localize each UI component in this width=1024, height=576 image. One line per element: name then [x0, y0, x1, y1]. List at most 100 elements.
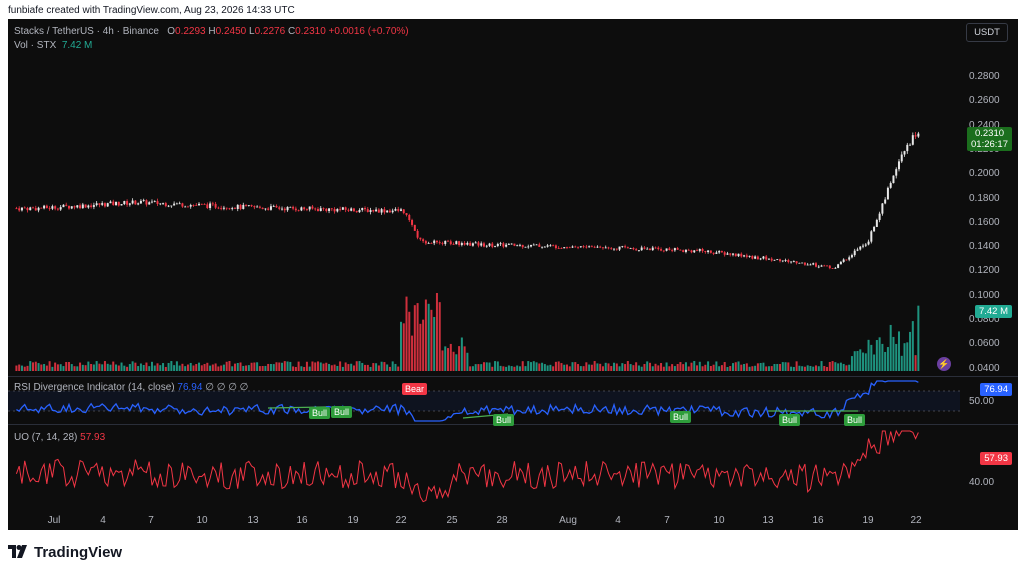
- volume-bar: [621, 363, 624, 371]
- volume-bar: [433, 316, 436, 371]
- volume-bar: [615, 363, 618, 371]
- candle-body: [624, 246, 627, 248]
- volume-bar: [70, 364, 73, 371]
- volume-bar: [635, 362, 638, 371]
- volume-bar: [48, 361, 51, 371]
- candle-body: [59, 207, 62, 210]
- time-tick-label: 4: [100, 515, 106, 526]
- time-tick-label: 13: [762, 515, 774, 526]
- volume-bar: [828, 361, 831, 371]
- tradingview-wordmark: TradingView: [34, 544, 123, 561]
- candle-body: [726, 253, 729, 255]
- candle-body: [773, 259, 776, 261]
- candle-body: [737, 253, 740, 257]
- candle-body: [258, 206, 261, 208]
- candle-body: [853, 250, 856, 256]
- candle-body: [267, 208, 270, 210]
- volume-bar: [98, 363, 101, 371]
- volume-bar: [751, 366, 754, 371]
- volume-bar: [505, 366, 508, 371]
- candle-body: [577, 246, 580, 248]
- candle-body: [527, 246, 530, 248]
- candle-body: [671, 250, 674, 251]
- volume-bar: [26, 365, 29, 371]
- price-tick-label: 0.1400: [969, 241, 1000, 253]
- candle-body: [62, 204, 65, 208]
- volume-bar: [712, 364, 715, 371]
- volume-bar: [45, 365, 48, 371]
- volume-bar: [676, 364, 679, 371]
- price-tick-label: 0.0600: [969, 338, 1000, 350]
- volume-bar: [170, 361, 173, 371]
- candle-body: [455, 241, 458, 245]
- volume-bar: [189, 362, 192, 371]
- volume-bar: [330, 365, 333, 371]
- volume-bar: [499, 365, 502, 371]
- candle-body: [543, 246, 546, 248]
- candle-body: [175, 203, 178, 205]
- volume-bar: [65, 362, 68, 371]
- candle-body: [231, 208, 234, 210]
- volume-bar: [814, 365, 817, 371]
- candle-body: [145, 200, 148, 205]
- volume-bar: [186, 364, 189, 371]
- time-tick-label: 22: [910, 515, 922, 526]
- volume-bar: [878, 337, 881, 371]
- volume-bar: [554, 361, 557, 371]
- volume-bar: [532, 361, 535, 371]
- candle-body: [375, 209, 378, 212]
- volume-bar: [173, 365, 176, 371]
- candle-body: [333, 209, 336, 212]
- candle-body: [696, 250, 699, 252]
- candle-body: [590, 246, 593, 248]
- volume-bar: [864, 353, 867, 371]
- candle-body: [643, 247, 646, 249]
- volume-bar: [411, 335, 414, 371]
- volume-bar: [762, 362, 765, 371]
- candle-body: [139, 200, 142, 204]
- volume-bar: [773, 364, 776, 371]
- candle-body: [449, 241, 452, 245]
- currency-button[interactable]: USDT: [966, 23, 1008, 42]
- volume-bar: [236, 363, 239, 371]
- candle-body: [192, 205, 195, 206]
- candle-body: [613, 248, 616, 250]
- candle-body: [361, 207, 364, 211]
- candle-body: [615, 248, 618, 250]
- candle-body: [668, 248, 671, 251]
- volume-bar: [837, 363, 840, 371]
- candle-body: [269, 206, 272, 210]
- volume-bar: [590, 364, 593, 371]
- candle-body: [79, 205, 82, 209]
- candle-body: [272, 205, 275, 207]
- volume-bar: [101, 364, 104, 371]
- rsi-pane-divider[interactable]: [8, 376, 1018, 377]
- price-tick-label: 0.0400: [969, 362, 1000, 374]
- candle-body: [40, 207, 43, 209]
- volume-bar: [217, 366, 220, 371]
- candle-body: [657, 247, 660, 250]
- candle-body: [289, 206, 292, 208]
- volume-bar: [651, 366, 654, 371]
- price-chart[interactable]: [8, 19, 1018, 530]
- time-tick-label: 7: [664, 515, 670, 526]
- volume-bar: [657, 365, 660, 371]
- candle-body: [156, 201, 159, 204]
- candle-body: [530, 244, 533, 247]
- candle-body: [665, 248, 668, 251]
- chart-area[interactable]: Stacks / TetherUS · 4h · Binance O0.2293…: [8, 19, 1018, 530]
- candle-body: [222, 207, 225, 209]
- candle-body: [195, 205, 198, 206]
- volume-bar: [430, 309, 433, 371]
- candle-body: [646, 248, 649, 250]
- candle-body: [856, 249, 859, 251]
- volume-bar: [906, 342, 909, 371]
- tradingview-logo[interactable]: TradingView: [8, 544, 122, 562]
- volume-bar: [798, 365, 801, 371]
- lightning-icon[interactable]: ⚡: [937, 357, 951, 371]
- candle-body: [505, 244, 508, 247]
- candle-body: [884, 199, 887, 204]
- volume-bar: [781, 362, 784, 371]
- candle-body: [383, 209, 386, 213]
- volume-bar: [743, 363, 746, 371]
